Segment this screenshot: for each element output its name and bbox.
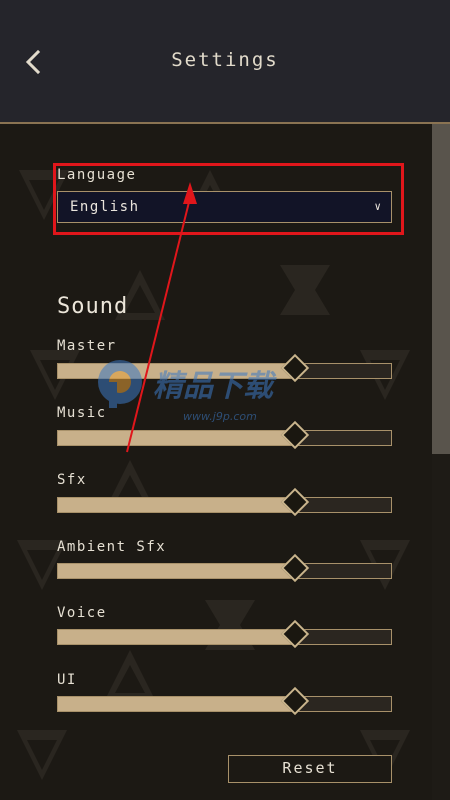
ambient-sfx-slider-fill bbox=[58, 564, 295, 578]
ui-slider[interactable] bbox=[57, 686, 392, 716]
svg-text:精品下载: 精品下载 bbox=[153, 369, 277, 404]
sfx-slider-fill bbox=[58, 498, 295, 512]
header-bar: Settings bbox=[0, 0, 450, 124]
watermark-url: www.j9p.com bbox=[183, 410, 257, 423]
ambient-sfx-slider[interactable] bbox=[57, 553, 392, 583]
voice-label: Voice bbox=[57, 605, 107, 621]
sfx-label: Sfx bbox=[57, 472, 87, 488]
music-slider-fill bbox=[58, 431, 295, 445]
ambient-sfx-label: Ambient Sfx bbox=[57, 539, 167, 555]
ui-slider-fill bbox=[58, 697, 295, 711]
annotation-highlight-box bbox=[53, 163, 404, 235]
sound-section-title: Sound bbox=[57, 294, 129, 319]
scrollbar-thumb[interactable] bbox=[432, 124, 450, 454]
voice-slider[interactable] bbox=[57, 619, 392, 649]
ui-label: UI bbox=[57, 672, 77, 688]
watermark-logo: 精品下载 www.j9p.com bbox=[95, 352, 325, 432]
music-slider[interactable] bbox=[57, 420, 392, 450]
voice-slider-fill bbox=[58, 630, 295, 644]
page-title: Settings bbox=[171, 49, 279, 71]
reset-button[interactable]: Reset bbox=[228, 755, 392, 783]
sfx-slider[interactable] bbox=[57, 487, 392, 517]
